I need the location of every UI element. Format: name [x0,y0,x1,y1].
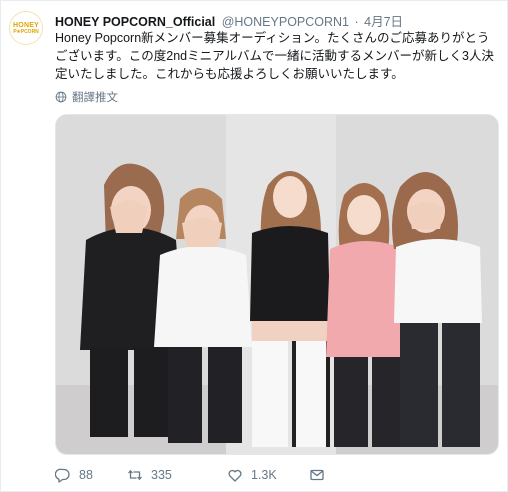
avatar-logo-top: HONEY [13,21,39,29]
tweet-date[interactable]: 4月7日 [364,15,403,29]
reply-icon [55,468,70,483]
tweet-actions: 88 335 1.3K [55,465,325,485]
tweet-text: Honey Popcorn新メンバー募集オーディション。たくさんのご応募ありがと… [55,31,494,81]
retweet-icon [128,469,142,481]
tweet-header: HONEY POPCORN_Official @HONEYPOPCORN1 · … [55,11,497,29]
direct-message-button[interactable] [309,467,325,483]
reply-button[interactable]: 88 [55,467,127,483]
retweet-count: 335 [151,468,172,482]
tweet-photo[interactable] [55,114,499,455]
like-icon [228,469,242,482]
message-icon [310,469,324,481]
globe-icon [55,91,67,103]
avatar-logo-bottom: P❀PCORN [13,28,39,35]
avatar[interactable]: HONEY P❀PCORN [9,11,43,45]
reply-count: 88 [79,468,93,482]
like-button[interactable]: 1.3K [227,467,309,483]
tweet-card[interactable]: HONEY P❀PCORN HONEY POPCORN_Official @HO… [0,0,508,492]
user-handle[interactable]: @HONEYPOPCORN1 [222,15,349,29]
translate-tweet-link[interactable]: 翻譯推文 [55,89,118,105]
group-photo-illustration [56,115,498,454]
separator-dot: · [354,15,359,29]
translate-label: 翻譯推文 [72,92,118,104]
like-count: 1.3K [251,468,277,482]
retweet-button[interactable]: 335 [127,467,227,483]
display-name[interactable]: HONEY POPCORN_Official [55,15,215,29]
